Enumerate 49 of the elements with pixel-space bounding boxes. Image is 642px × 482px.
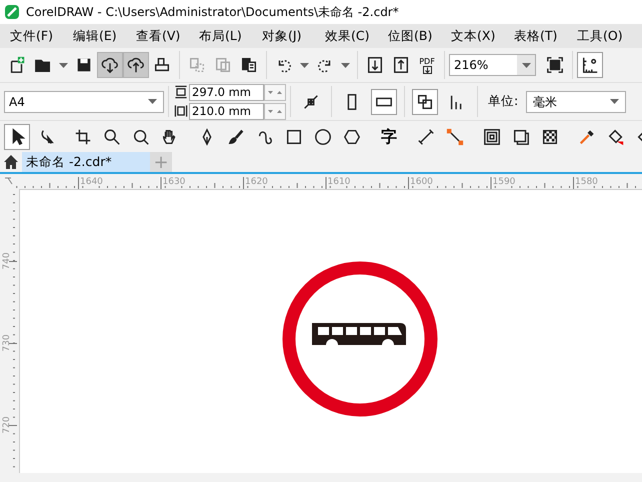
ruler-label: 1580 [575,177,598,187]
ruler-label: 720 [2,416,12,434]
spin-buttons-icon[interactable] [264,84,286,100]
menu-item[interactable]: 效果(C) [315,26,378,46]
all-pages-icon[interactable] [412,88,438,114]
cloud-download-icon[interactable] [97,52,123,78]
caret-icon[interactable] [341,62,350,68]
ruler-origin-icon[interactable] [4,178,12,184]
menu-item[interactable]: 编辑(E) [63,26,126,46]
cloud-upload-icon[interactable] [123,52,149,78]
ruler-label: 740 [2,252,12,270]
ruler-label: 1600 [410,177,433,187]
menu-item[interactable]: 文件(F) [0,26,63,46]
caret-icon[interactable] [610,99,620,104]
spin-buttons-icon[interactable] [264,102,286,120]
ruler-options-icon[interactable] [577,52,603,78]
page-size-dropdown[interactable]: A4 [4,90,164,112]
menu-item[interactable]: 工具(O) [567,26,630,46]
dimension-field[interactable]: 297.0 mm [189,84,264,100]
ruler-label: 1630 [162,177,186,187]
window-title: CorelDRAW - C:\Users\Administrator\Documents\未命名 -2.cdr* [26,4,399,21]
ruler-label: 1640 [80,177,103,187]
units-dropdown[interactable]: 毫米 [526,90,626,112]
export-pdf-button[interactable]: PDF [414,52,440,78]
menu-item[interactable]: 位图(B) [378,26,441,46]
pointer-icon[interactable] [4,124,30,150]
ruler-label: 1620 [245,177,268,187]
caret-icon[interactable] [300,62,309,68]
caret-icon[interactable] [522,62,530,68]
zoom-level-dropdown[interactable]: 216% [449,54,536,76]
ruler-label: 1610 [328,177,350,187]
ruler-label: 730 [2,334,12,352]
page-height-icon [173,84,189,100]
landscape-page-icon[interactable] [371,88,397,114]
menu-item[interactable]: 查看(V) [126,26,189,46]
app-logo-icon [4,4,20,20]
ruler-label: 1590 [492,177,516,187]
download-icon [422,66,432,74]
units-label: 单位: [488,92,518,110]
dimension-field[interactable]: 210.0 mm [189,102,264,120]
menu-item[interactable]: 对象(J) [252,26,315,46]
text-tool[interactable]: 字 [376,124,402,150]
menu-item[interactable]: 布局(L) [189,26,252,46]
document-tab[interactable]: 未命名 -2.cdr* [22,152,150,172]
menu-item[interactable]: 表格(T) [504,26,567,46]
menu-item[interactable]: 文本(X) [441,26,504,46]
caret-icon[interactable] [148,99,157,104]
page-width-icon [173,103,189,119]
caret-icon[interactable] [59,62,68,68]
